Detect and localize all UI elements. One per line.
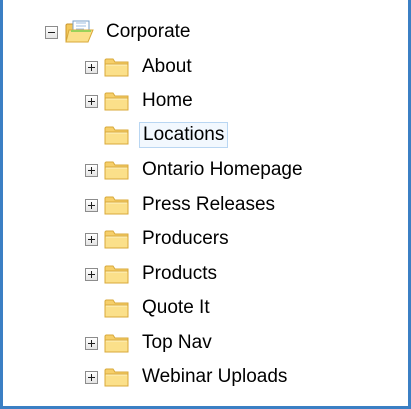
tree-node-webinar-uploads[interactable]: Webinar Uploads <box>85 360 290 394</box>
folder-icon <box>104 161 129 180</box>
tree-node-label: Home <box>142 90 193 111</box>
folder-icon <box>104 265 129 284</box>
tree-node-top-nav[interactable]: Top Nav <box>85 326 215 360</box>
expand-toggle-icon[interactable] <box>85 232 98 246</box>
expand-toggle-icon[interactable] <box>85 336 98 350</box>
tree-node-about[interactable]: About <box>85 50 195 84</box>
folder-icon <box>104 58 129 77</box>
tree-node-home[interactable]: Home <box>85 84 196 118</box>
expand-toggle-icon[interactable] <box>85 267 98 281</box>
folder-icon <box>104 299 129 318</box>
tree-node-locations[interactable]: Locations <box>85 118 229 152</box>
tree-node-label: Corporate <box>106 21 191 42</box>
tree-node-press-releases[interactable]: Press Releases <box>85 188 278 222</box>
expand-toggle-icon[interactable] <box>85 163 98 177</box>
tree-node-label: Products <box>142 263 217 284</box>
tree-node-label: Press Releases <box>142 194 276 215</box>
folder-icon <box>104 334 129 353</box>
expand-toggle-icon[interactable] <box>85 370 98 384</box>
open-folder-icon <box>65 20 94 43</box>
tree-node-label: About <box>142 56 192 77</box>
folder-icon <box>104 196 129 215</box>
folder-icon <box>104 368 129 387</box>
tree-node-corporate[interactable]: Corporate <box>45 15 194 49</box>
tree-node-ontario-homepage[interactable]: Ontario Homepage <box>85 153 306 187</box>
folder-icon <box>104 92 129 111</box>
folder-icon <box>104 230 129 249</box>
toggle-spacer <box>85 129 98 142</box>
tree-node-label-selected: Locations <box>139 122 229 148</box>
tree-node-producers[interactable]: Producers <box>85 222 232 256</box>
tree-node-quote-it[interactable]: Quote It <box>85 291 213 325</box>
tree-node-label: Producers <box>142 228 229 249</box>
expand-toggle-icon[interactable] <box>85 60 98 74</box>
tree-node-label: Quote It <box>142 297 210 318</box>
tree-node-label: Top Nav <box>142 332 212 353</box>
expand-toggle-icon[interactable] <box>85 198 98 212</box>
collapse-toggle-icon[interactable] <box>45 25 58 39</box>
tree-node-label: Ontario Homepage <box>142 159 303 180</box>
expand-toggle-icon[interactable] <box>85 94 98 108</box>
tree-node-products[interactable]: Products <box>85 257 220 291</box>
tree-panel: Corporate About Home Locations Ontario H… <box>0 0 411 409</box>
folder-icon <box>104 126 129 145</box>
tree-node-label: Webinar Uploads <box>142 366 288 387</box>
toggle-spacer <box>85 302 98 315</box>
